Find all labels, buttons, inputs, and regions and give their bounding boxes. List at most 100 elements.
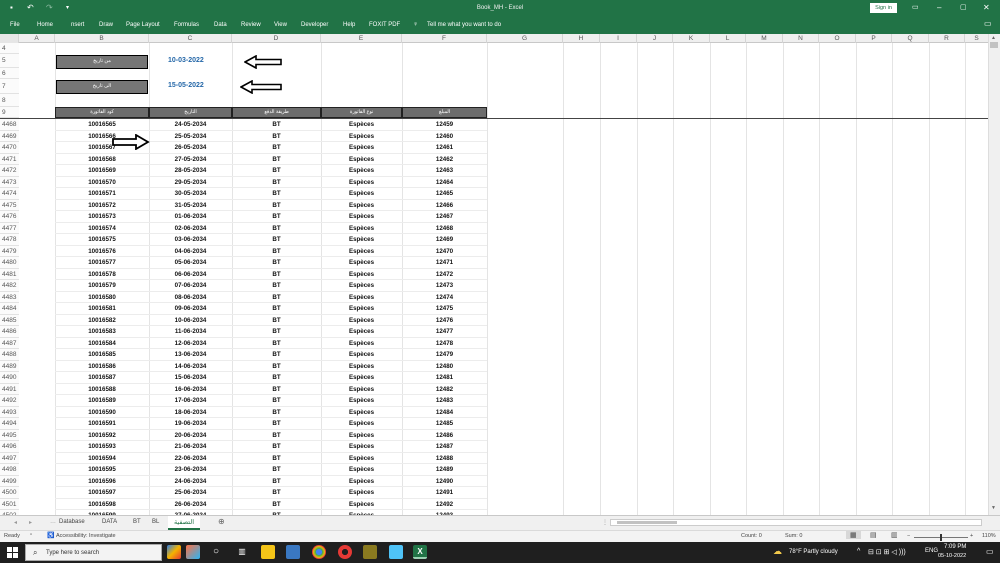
payment-method-cell[interactable]: BT	[232, 361, 321, 372]
invoice-type-cell[interactable]: Espèces	[321, 292, 402, 303]
worksheet-grid[interactable]: 4 5 6 7 8 9 من تاريخ 10-03-2022 الى تاري…	[0, 43, 988, 515]
date-cell[interactable]: 25-06-2034	[149, 487, 232, 499]
row-header[interactable]: 4474	[0, 188, 19, 200]
row-header[interactable]: 4490	[0, 372, 19, 384]
column-header-p[interactable]: P	[856, 34, 892, 43]
more-sheets-icon[interactable]: …	[50, 519, 56, 525]
invoice-type-cell[interactable]: Espèces	[321, 407, 402, 418]
row-header[interactable]: 4469	[0, 130, 19, 142]
amount-cell[interactable]: 12470	[402, 246, 487, 257]
row-header[interactable]: 4496	[0, 441, 19, 453]
row-header[interactable]: 4470	[0, 142, 19, 154]
payment-method-cell[interactable]: BT	[232, 476, 321, 487]
amount-cell[interactable]: 12489	[402, 464, 487, 476]
invoice-type-cell[interactable]: Espèces	[321, 131, 402, 142]
column-header-l[interactable]: L	[710, 34, 746, 43]
invoice-type-cell[interactable]: Espèces	[321, 430, 402, 441]
invoice-type-cell[interactable]: Espèces	[321, 384, 402, 395]
invoice-code-cell[interactable]: 10016572	[55, 200, 149, 211]
invoice-code-cell[interactable]: 10016591	[55, 418, 149, 430]
row-header[interactable]: 4482	[0, 280, 19, 292]
payment-method-cell[interactable]: BT	[232, 384, 321, 395]
date-cell[interactable]: 30-05-2034	[149, 188, 232, 200]
row-header[interactable]: 4478	[0, 234, 19, 246]
row-header[interactable]: 4492	[0, 395, 19, 407]
from-date-value[interactable]: 10-03-2022	[168, 57, 204, 64]
payment-method-cell[interactable]: BT	[232, 211, 321, 223]
scroll-sheets-left-icon[interactable]: ◂	[14, 519, 17, 526]
row-header[interactable]: 4487	[0, 337, 19, 349]
date-cell[interactable]: 06-06-2034	[149, 269, 232, 280]
date-cell[interactable]: 26-05-2034	[149, 142, 232, 154]
date-cell[interactable]: 26-06-2034	[149, 499, 232, 510]
amount-cell[interactable]: 12475	[402, 303, 487, 315]
row-header[interactable]: 4493	[0, 406, 19, 418]
tab-review[interactable]: Review	[241, 22, 261, 28]
amount-cell[interactable]: 12461	[402, 142, 487, 154]
invoice-code-cell[interactable]: 10016588	[55, 384, 149, 395]
column-header-b[interactable]: B	[55, 34, 149, 43]
column-header-o[interactable]: O	[819, 34, 856, 43]
invoice-type-cell[interactable]: Espèces	[321, 441, 402, 453]
chrome-icon[interactable]	[312, 545, 326, 559]
invoice-code-cell[interactable]: 10016565	[55, 119, 149, 131]
invoice-type-cell[interactable]: Espèces	[321, 499, 402, 510]
invoice-type-cell[interactable]: Espèces	[321, 188, 402, 200]
invoice-type-cell[interactable]: Espèces	[321, 119, 402, 131]
row-header[interactable]: 4486	[0, 326, 19, 338]
invoice-code-cell[interactable]: 10016595	[55, 464, 149, 476]
invoice-code-cell[interactable]: 10016583	[55, 326, 149, 338]
amount-cell[interactable]: 12479	[402, 349, 487, 361]
vertical-scrollbar[interactable]: ▲ ▼	[988, 34, 1000, 515]
date-cell[interactable]: 24-06-2034	[149, 476, 232, 487]
invoice-type-cell[interactable]: Espèces	[321, 372, 402, 384]
amount-cell[interactable]: 12476	[402, 315, 487, 326]
maximize-icon[interactable]: ▢	[960, 2, 967, 14]
column-header-i[interactable]: I	[600, 34, 637, 43]
row-header[interactable]: 6	[0, 68, 19, 79]
date-cell[interactable]: 24-05-2034	[149, 119, 232, 131]
weather-text[interactable]: 78°F Partly cloudy	[789, 549, 838, 555]
payment-method-cell[interactable]: BT	[232, 280, 321, 292]
normal-view-icon[interactable]: ▦	[846, 531, 861, 539]
tab-file[interactable]: File	[10, 22, 20, 28]
date-cell[interactable]: 16-06-2034	[149, 384, 232, 395]
payment-method-cell[interactable]: BT	[232, 349, 321, 361]
amount-cell[interactable]: 12491	[402, 487, 487, 499]
amount-cell[interactable]: 12486	[402, 430, 487, 441]
invoice-code-cell[interactable]: 10016576	[55, 246, 149, 257]
task-view-icon[interactable]: ▥	[235, 545, 249, 559]
payment-method-cell[interactable]: BT	[232, 142, 321, 154]
invoice-type-cell[interactable]: Espèces	[321, 315, 402, 326]
payment-method-cell[interactable]: BT	[232, 441, 321, 453]
payment-method-cell[interactable]: BT	[232, 119, 321, 131]
weather-icon[interactable]: ☁	[773, 546, 782, 557]
row-header[interactable]: 4481	[0, 268, 19, 280]
invoice-code-cell[interactable]: 10016596	[55, 476, 149, 487]
row-header[interactable]: 4499	[0, 475, 19, 487]
row-header[interactable]: 4477	[0, 222, 19, 234]
payment-method-cell[interactable]: BT	[232, 303, 321, 315]
row-header[interactable]: 4501	[0, 498, 19, 510]
tab-formulas[interactable]: Formulas	[174, 22, 199, 28]
opera-icon[interactable]	[338, 545, 352, 559]
row-header[interactable]: 4468	[0, 119, 19, 131]
invoice-type-cell[interactable]: Espèces	[321, 395, 402, 407]
date-cell[interactable]: 15-06-2034	[149, 372, 232, 384]
row-header[interactable]: 8	[0, 94, 19, 107]
date-cell[interactable]: 01-06-2034	[149, 211, 232, 223]
column-header-h[interactable]: H	[563, 34, 600, 43]
row-header[interactable]: 4498	[0, 464, 19, 476]
language-icon[interactable]: ENG	[925, 548, 938, 554]
invoice-code-cell[interactable]: 10016569	[55, 165, 149, 177]
tab-home[interactable]: Home	[37, 22, 53, 28]
invoice-type-cell[interactable]: Espèces	[321, 303, 402, 315]
amount-cell[interactable]: 12478	[402, 338, 487, 349]
date-cell[interactable]: 27-05-2034	[149, 154, 232, 165]
date-cell[interactable]: 22-06-2034	[149, 453, 232, 464]
date-cell[interactable]: 05-06-2034	[149, 257, 232, 269]
date-cell[interactable]: 20-06-2034	[149, 430, 232, 441]
vertical-scroll-thumb[interactable]	[990, 42, 998, 48]
select-all-corner[interactable]	[0, 34, 19, 43]
row-header[interactable]: 4489	[0, 360, 19, 372]
